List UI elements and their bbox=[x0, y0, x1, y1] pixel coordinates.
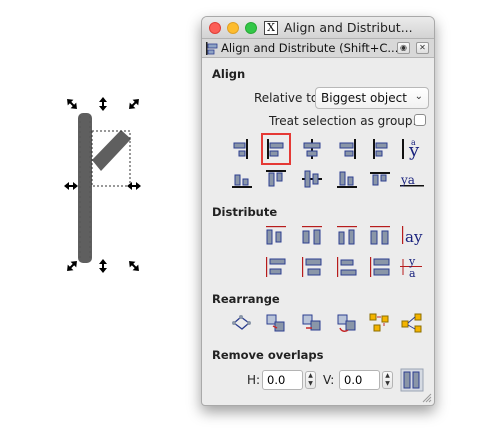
tab-menu-button[interactable]: ◉ bbox=[397, 42, 410, 54]
svg-text:ya: ya bbox=[400, 173, 415, 187]
align-top-to-bottom-icon[interactable] bbox=[368, 167, 392, 191]
close-window-button[interactable] bbox=[209, 22, 221, 34]
distribute-bottom-edges-icon[interactable] bbox=[335, 255, 359, 279]
align-text-anchors-icon[interactable]: ya bbox=[400, 137, 424, 161]
distribute-right-edges-icon[interactable] bbox=[335, 223, 359, 247]
remove-overlaps-button[interactable] bbox=[400, 368, 424, 392]
distribute-centers-horizontally-icon[interactable] bbox=[300, 223, 324, 247]
relative-to-select[interactable]: Biggest object ⌄ bbox=[315, 87, 429, 109]
distribute-centers-vertically-icon[interactable] bbox=[300, 255, 324, 279]
v-gap-label: V: bbox=[323, 373, 335, 387]
align-baselines-icon[interactable]: ya bbox=[400, 167, 424, 191]
align-top-edges-icon[interactable] bbox=[264, 167, 288, 191]
remove-overlaps-heading: Remove overlaps bbox=[212, 348, 324, 362]
tab-close-button[interactable]: ✕ bbox=[416, 42, 429, 54]
relative-to-label: Relative to: bbox=[254, 91, 323, 105]
svg-text:a: a bbox=[409, 267, 416, 279]
center-vertical-axis-icon[interactable] bbox=[300, 137, 324, 161]
h-gap-stepper[interactable]: ▲ ▼ bbox=[305, 371, 316, 389]
distribute-anchors-vertically-icon[interactable]: ya bbox=[400, 255, 424, 279]
chevron-down-icon: ⌄ bbox=[414, 91, 423, 102]
tab-label: Align and Distribute (Shift+C... bbox=[221, 41, 399, 55]
selected-object[interactable] bbox=[0, 0, 195, 428]
randomize-positions-icon[interactable] bbox=[368, 311, 392, 335]
align-right-edges-icon[interactable] bbox=[335, 137, 359, 161]
resize-grip-icon[interactable] bbox=[422, 393, 432, 403]
h-gap-input[interactable]: 0.0 bbox=[262, 370, 303, 390]
treat-group-checkbox[interactable] bbox=[414, 114, 426, 126]
distribute-left-edges-icon[interactable] bbox=[264, 223, 288, 247]
center-horizontal-axis-icon[interactable] bbox=[300, 167, 324, 191]
exchange-clockwise-icon[interactable] bbox=[335, 311, 359, 335]
dock-tab[interactable]: Align and Distribute (Shift+C... ◉ ✕ bbox=[202, 39, 434, 58]
align-bottom-to-top-icon[interactable] bbox=[230, 167, 254, 191]
relative-to-value: Biggest object bbox=[321, 91, 407, 105]
exchange-selection-order-icon[interactable] bbox=[264, 311, 288, 335]
unclump-objects-icon[interactable] bbox=[400, 311, 424, 335]
rearrange-heading: Rearrange bbox=[212, 292, 280, 306]
minimize-window-button[interactable] bbox=[227, 22, 239, 34]
align-heading: Align bbox=[212, 67, 246, 81]
distribute-anchors-horizontally-icon[interactable]: ay bbox=[400, 223, 424, 247]
h-gap-label: H: bbox=[247, 373, 261, 387]
zoom-window-button[interactable] bbox=[245, 22, 257, 34]
distribute-top-edges-icon[interactable] bbox=[264, 255, 288, 279]
exchange-stacking-order-icon[interactable] bbox=[300, 311, 324, 335]
align-left-edges-icon[interactable] bbox=[261, 133, 291, 165]
v-gap-input[interactable]: 0.0 bbox=[339, 370, 380, 390]
align-left-to-right-icon[interactable] bbox=[368, 137, 392, 161]
align-distribute-icon bbox=[206, 42, 218, 55]
title-bar[interactable]: X Align and Distribut... bbox=[202, 17, 434, 39]
align-right-to-left-icon[interactable] bbox=[230, 137, 254, 161]
align-bottom-edges-icon[interactable] bbox=[335, 167, 359, 191]
window-title: Align and Distribut... bbox=[284, 20, 413, 35]
treat-group-label: Treat selection as group: bbox=[269, 114, 417, 128]
svg-text:a: a bbox=[411, 138, 416, 147]
align-distribute-window: X Align and Distribut... Align and Distr… bbox=[201, 16, 435, 406]
x11-icon: X bbox=[264, 21, 278, 35]
exchange-positions-graph-icon[interactable] bbox=[230, 311, 254, 335]
distribute-heading: Distribute bbox=[212, 205, 278, 219]
distribute-gaps-vertically-icon[interactable] bbox=[368, 255, 392, 279]
svg-text:ay: ay bbox=[405, 228, 423, 246]
distribute-gaps-horizontally-icon[interactable] bbox=[368, 223, 392, 247]
v-gap-stepper[interactable]: ▲ ▼ bbox=[382, 371, 393, 389]
canvas bbox=[0, 0, 195, 428]
